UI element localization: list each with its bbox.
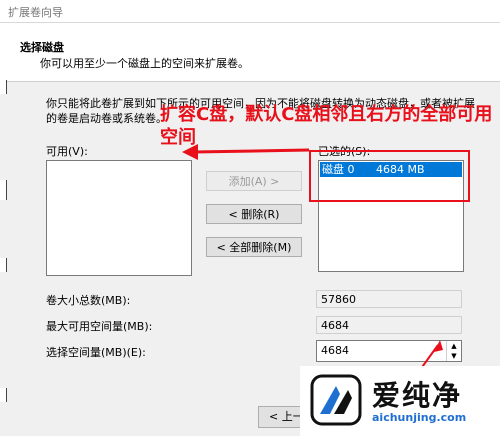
watermark-logo: 爱纯净 aichunjing.com <box>300 366 500 436</box>
logo-mark-icon <box>310 374 362 426</box>
extend-volume-wizard: 扩展卷向导 选择磁盘 你可以用至少一个磁盘上的空间来扩展卷。 你只能将此卷扩展到… <box>0 0 500 436</box>
arrow-to-selected-list-icon <box>182 144 310 160</box>
watermark-name: 爱纯净 <box>372 379 463 412</box>
watermark-url: aichunjing.com <box>372 411 467 424</box>
